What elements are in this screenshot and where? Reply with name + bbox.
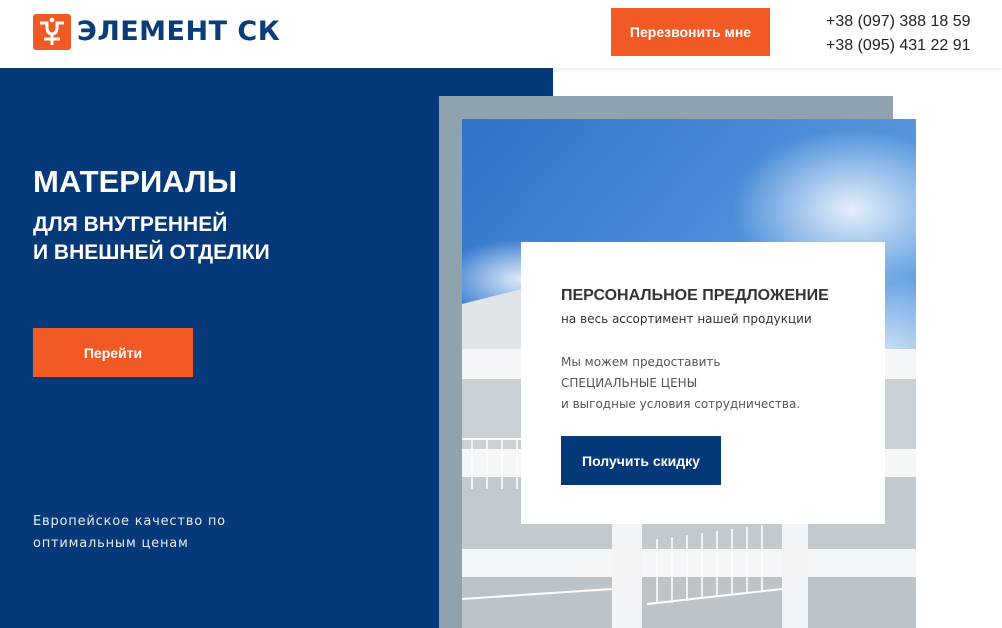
hero-note: Европейское качество по оптимальным цена… [33, 511, 226, 555]
offer-text-line-1: Мы можем предоставить [561, 355, 721, 369]
offer-text-line-2: СПЕЦИАЛЬНЫЕ ЦЕНЫ [561, 376, 698, 390]
go-button[interactable]: Перейти [33, 328, 193, 377]
offer-text-line-3: и выгодные условия сотрудничества. [561, 397, 801, 411]
phone-number-1[interactable]: +38 (097) 388 18 59 [826, 10, 971, 34]
offer-subtitle: на весь ассортимент нашей продукции [561, 312, 812, 326]
callback-button[interactable]: Перезвонить мне [611, 8, 770, 56]
offer-text: Мы можем предоставить СПЕЦИАЛЬНЫЕ ЦЕНЫ и… [561, 352, 800, 415]
hero-subtitle: ДЛЯ ВНУТРЕННЕЙ И ВНЕШНЕЙ ОТДЕЛКИ [33, 211, 270, 267]
hero-note-line-2: оптимальным ценам [33, 536, 189, 551]
hero-subtitle-line-2: И ВНЕШНЕЙ ОТДЕЛКИ [33, 241, 270, 264]
logo[interactable]: ЭЛЕМЕНТ СК [33, 14, 280, 50]
hero-note-line-1: Европейское качество по [33, 514, 226, 529]
get-discount-button[interactable]: Получить скидку [561, 436, 721, 485]
offer-title: ПЕРСОНАЛЬНОЕ ПРЕДЛОЖЕНИЕ [561, 287, 829, 304]
hero-subtitle-line-1: ДЛЯ ВНУТРЕННЕЙ [33, 213, 228, 236]
hero-title: МАТЕРИАЛЫ [33, 164, 238, 199]
phone-number-2[interactable]: +38 (095) 431 22 91 [826, 34, 971, 58]
logo-text: ЭЛЕМЕНТ СК [77, 16, 281, 47]
offer-card: ПЕРСОНАЛЬНОЕ ПРЕДЛОЖЕНИЕ на весь ассорти… [521, 242, 885, 524]
phone-list: +38 (097) 388 18 59 +38 (095) 431 22 91 [826, 10, 971, 58]
site-header: ЭЛЕМЕНТ СК Перезвонить мне +38 (097) 388… [0, 0, 1002, 68]
element-sk-logo-icon [33, 14, 71, 50]
